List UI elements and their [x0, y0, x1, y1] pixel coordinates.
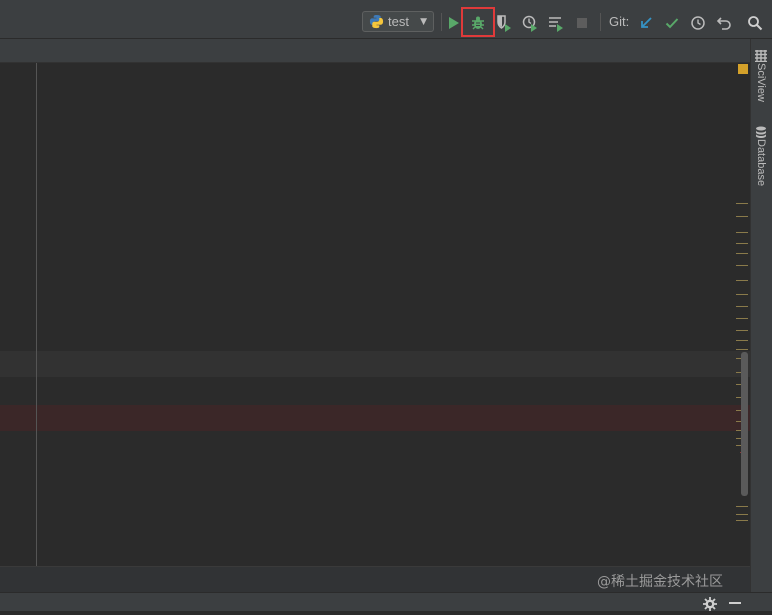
caret-row-highlight	[0, 351, 750, 377]
rollback-icon	[716, 17, 731, 30]
watermark-text: @稀土掘金技术社区	[597, 574, 723, 590]
git-commit-button[interactable]	[661, 12, 683, 34]
git-update-icon	[641, 17, 652, 28]
run-icon	[449, 17, 459, 29]
error-stripe-marker[interactable]	[736, 330, 748, 331]
error-stripe-marker[interactable]	[736, 349, 748, 350]
sciview-tool-button[interactable]: SciView	[755, 47, 767, 102]
rollback-button[interactable]	[713, 12, 735, 34]
error-stripe-marker[interactable]	[736, 318, 748, 319]
profile-button[interactable]	[519, 12, 541, 34]
grid-icon	[755, 50, 767, 63]
error-stripe-marker[interactable]	[736, 294, 748, 295]
run-with-coverage-button[interactable]	[493, 12, 515, 34]
debug-button-highlight	[461, 7, 495, 37]
database-tool-button[interactable]: Database	[755, 123, 767, 186]
git-history-button[interactable]	[687, 12, 709, 34]
git-history-icon	[691, 16, 705, 30]
python-icon	[369, 14, 384, 29]
right-tool-window-bar: SciView Database	[750, 39, 772, 610]
error-stripe-marker[interactable]	[736, 253, 748, 254]
error-stripe-marker[interactable]	[736, 506, 748, 507]
error-stripe-marker[interactable]	[736, 243, 748, 244]
search-icon	[748, 16, 763, 31]
error-stripe-marker[interactable]	[736, 203, 748, 204]
database-label: Database	[755, 139, 767, 187]
editor-scrollbar[interactable]	[741, 352, 748, 496]
run-configuration-label: test	[388, 14, 409, 29]
editor-tab-bar	[0, 39, 750, 63]
database-icon	[756, 126, 766, 138]
toolbar-separator	[441, 13, 442, 31]
sciview-label: SciView	[755, 63, 767, 102]
code-editor[interactable]	[0, 63, 750, 566]
error-stripe-marker[interactable]	[736, 520, 748, 521]
git-commit-icon	[665, 18, 679, 29]
profile-icon	[522, 15, 537, 32]
stop-button[interactable]	[571, 12, 593, 34]
error-stripe-marker[interactable]	[736, 306, 748, 307]
concurrency-diagram-button[interactable]	[545, 12, 567, 34]
stop-icon	[577, 18, 587, 28]
error-stripe-marker[interactable]	[736, 232, 748, 233]
inspection-warning-icon[interactable]	[738, 64, 748, 74]
minimize-icon[interactable]	[729, 602, 741, 604]
concurrency-icon	[549, 17, 563, 32]
run-configuration-selector[interactable]: test ▼	[362, 11, 434, 32]
error-stripe-marker[interactable]	[736, 265, 748, 266]
toolbar-separator	[600, 13, 601, 31]
gutter-divider	[36, 63, 37, 566]
settings-icon	[703, 597, 717, 611]
git-label: Git:	[609, 14, 630, 29]
chevron-down-icon: ▼	[420, 16, 427, 27]
breakpoint-line-highlight	[0, 405, 750, 431]
error-stripe-marker[interactable]	[736, 280, 748, 281]
search-button[interactable]	[744, 12, 766, 34]
error-stripe-marker[interactable]	[736, 216, 748, 217]
git-update-button[interactable]	[635, 12, 657, 34]
error-stripe-marker[interactable]	[736, 514, 748, 515]
settings-button[interactable]	[703, 596, 717, 615]
status-bar	[0, 592, 772, 611]
coverage-icon	[497, 15, 511, 32]
error-stripe-marker[interactable]	[736, 340, 748, 341]
